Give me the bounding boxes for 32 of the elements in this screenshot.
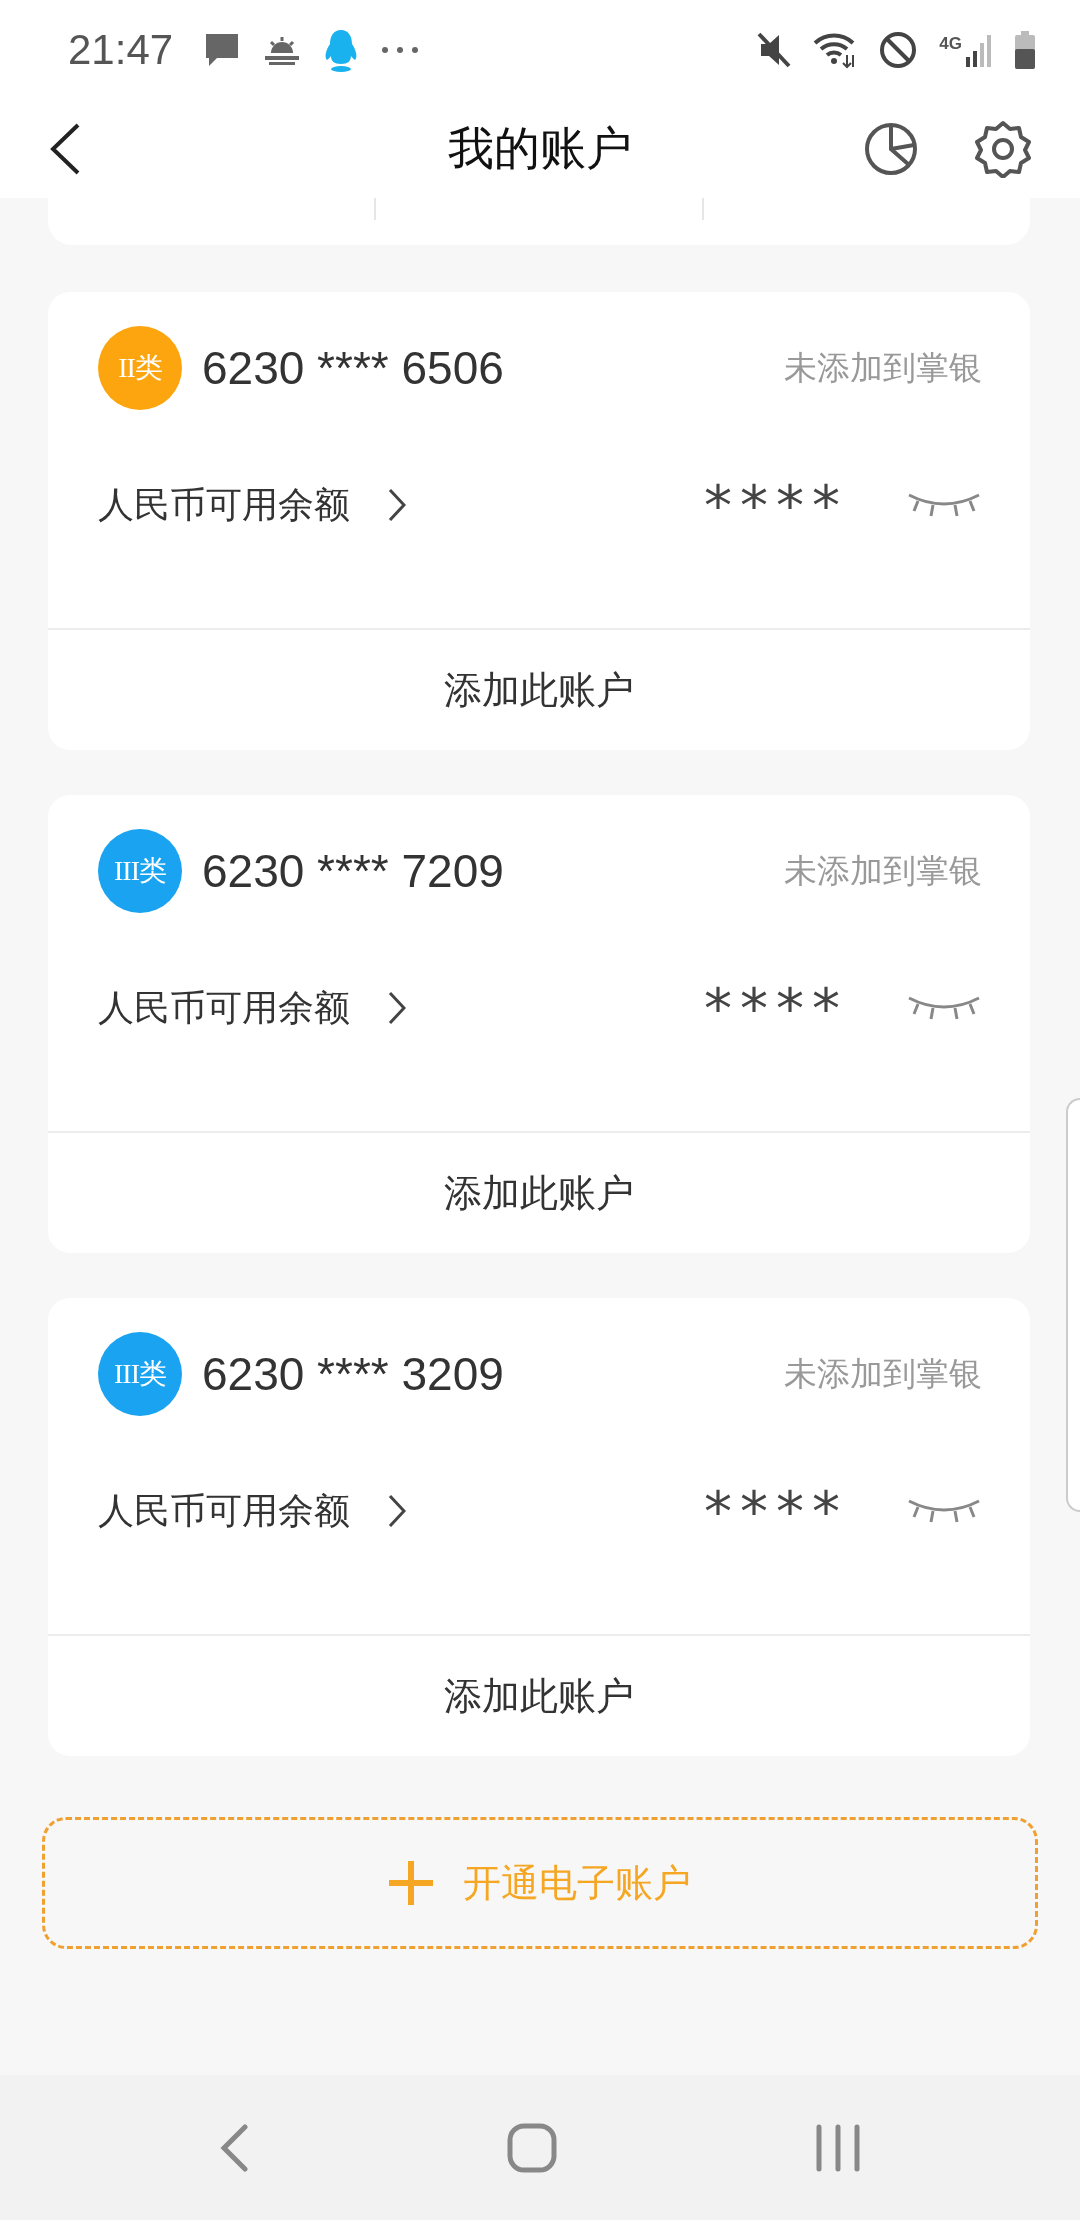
account-status: 未添加到掌银 [784, 1352, 982, 1395]
account-status: 未添加到掌银 [784, 346, 982, 389]
account-number: 6230 **** 7209 [202, 844, 505, 898]
mute-icon [757, 32, 792, 68]
account-type-badge: III类 [98, 829, 182, 913]
balance-label: 人民币可用余额 [98, 985, 350, 1030]
add-account-button[interactable]: 添加此账户 [48, 1131, 1030, 1253]
battery-icon [1014, 31, 1036, 69]
account-number: 6230 **** 3209 [202, 1347, 505, 1401]
chevron-icon[interactable] [388, 991, 406, 1025]
balance-label: 人民币可用余额 [98, 482, 350, 527]
signal-icon [966, 33, 992, 67]
blocked-icon [879, 31, 918, 69]
hidden-balance: **** [704, 975, 848, 1041]
plus-icon [389, 1861, 433, 1905]
account-number: 6230 **** 6506 [202, 341, 505, 395]
account-type-badge: III类 [98, 1332, 182, 1416]
more-icon [381, 46, 420, 54]
chevron-icon[interactable] [388, 488, 406, 522]
weather-icon [263, 35, 302, 65]
add-account-button[interactable]: 添加此账户 [48, 628, 1030, 750]
status-time: 21:47 [68, 26, 174, 74]
account-status: 未添加到掌银 [784, 849, 982, 892]
network-type: 4G [939, 34, 962, 54]
balance-label: 人民币可用余额 [98, 1488, 350, 1533]
hidden-balance: **** [704, 472, 848, 538]
page-title: 我的账户 [448, 120, 632, 177]
scroll-handle[interactable] [1066, 1098, 1080, 1512]
hidden-balance: **** [704, 1478, 848, 1544]
account-type-badge: II类 [98, 326, 182, 410]
add-account-button[interactable]: 添加此账户 [48, 1634, 1030, 1756]
chevron-icon[interactable] [388, 1494, 406, 1528]
